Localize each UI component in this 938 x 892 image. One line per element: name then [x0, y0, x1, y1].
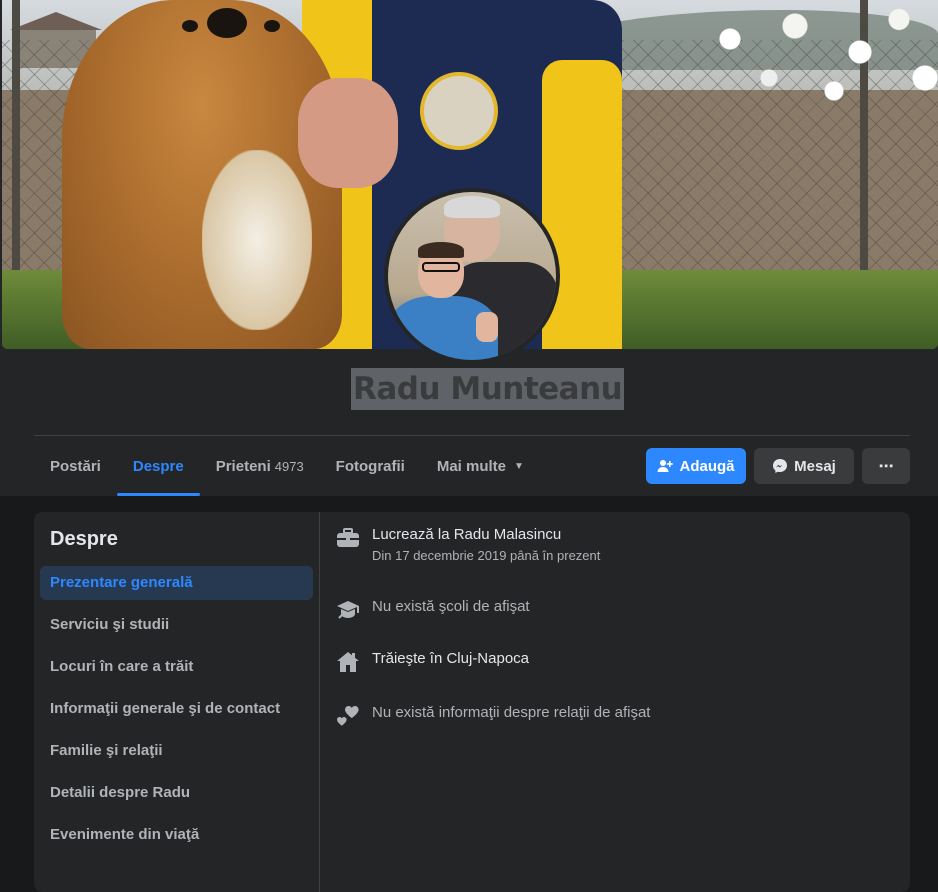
caret-down-icon: ▼: [514, 460, 524, 472]
about-nav-life-events[interactable]: Evenimente din viaţă: [40, 818, 313, 852]
tab-more[interactable]: Mai multe ▼: [421, 436, 540, 496]
relationship-text: Nu există informaţii despre relaţii de a…: [372, 704, 651, 721]
tab-label: Postări: [50, 457, 101, 475]
briefcase-icon: [336, 526, 360, 550]
about-nav-contact-info[interactable]: Informaţii generale şi de contact: [40, 692, 313, 726]
profile-name: Radu Munteanu: [351, 368, 625, 410]
about-nav-overview[interactable]: Prezentare generală: [40, 566, 313, 600]
tab-label: Mai multe: [436, 457, 507, 475]
about-title: Despre: [50, 528, 118, 550]
relationship-row: Nu există informaţii despre relaţii de a…: [336, 704, 650, 728]
about-section: Despre Prezentare generală Serviciu şi s…: [34, 512, 910, 892]
add-friend-button[interactable]: Adaugă: [646, 448, 746, 484]
tab-label: Prieteni: [215, 457, 271, 475]
about-nav-family-relationships[interactable]: Familie şi relaţii: [40, 734, 313, 768]
more-options-button[interactable]: ⋯: [862, 448, 910, 484]
tab-friends[interactable]: Prieteni 4973: [200, 436, 320, 496]
work-text[interactable]: Lucrează la Radu Malasincu: [372, 526, 600, 543]
education-text: Nu există şcoli de afişat: [372, 598, 530, 615]
residence-text[interactable]: Trăieşte în Cluj-Napoca: [372, 650, 529, 667]
work-date: Din 17 decembrie 2019 până în prezent: [372, 548, 601, 563]
add-friend-icon: [657, 458, 674, 474]
profile-picture[interactable]: [384, 188, 560, 364]
about-sidebar: Despre Prezentare generală Serviciu şi s…: [34, 512, 320, 892]
graduation-cap-icon: [336, 598, 360, 622]
tab-label: Fotografii: [335, 457, 405, 475]
friends-count: 4973: [274, 458, 304, 474]
about-nav-places-lived[interactable]: Locuri în care a trăit: [40, 650, 313, 684]
tab-photos[interactable]: Fotografii: [320, 436, 421, 496]
house-icon: [336, 650, 360, 674]
tab-posts[interactable]: Postări: [34, 436, 117, 496]
residence-row: Trăieşte în Cluj-Napoca: [336, 650, 529, 674]
hearts-icon: [336, 704, 360, 728]
about-nav-work-education[interactable]: Serviciu şi studii: [40, 608, 313, 642]
profile-tabs: Postări Despre Prieteni 4973 Fotografii M…: [34, 436, 540, 496]
about-nav-details[interactable]: Detalii despre Radu: [40, 776, 313, 810]
about-overview: Lucrează la Radu Malasincu Din 17 decemb…: [320, 512, 910, 892]
add-friend-label: Adaugă: [679, 457, 735, 475]
message-label: Mesaj: [794, 457, 836, 475]
profile-header: Radu Munteanu Postări Despre Prieteni 497…: [0, 0, 938, 496]
education-row: Nu există şcoli de afişat: [336, 598, 530, 622]
tab-about[interactable]: Despre: [116, 436, 200, 496]
work-row: Lucrează la Radu Malasincu Din 17 decemb…: [336, 526, 600, 563]
profile-actions: Adaugă Mesaj ⋯: [646, 448, 910, 484]
messenger-icon: [772, 458, 788, 474]
message-button[interactable]: Mesaj: [754, 448, 854, 484]
tab-label: Despre: [132, 457, 184, 475]
ellipsis-icon: ⋯: [878, 458, 894, 475]
